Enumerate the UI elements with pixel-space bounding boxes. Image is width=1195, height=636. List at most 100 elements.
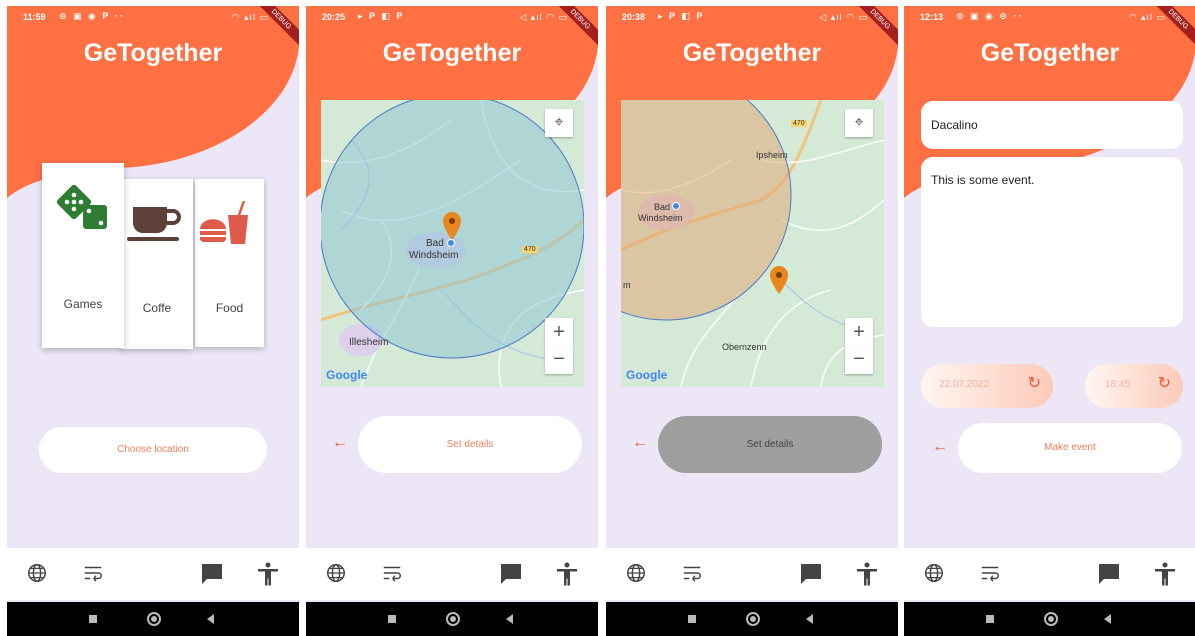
map-view[interactable]: Bad Windsheim Ipsheim Obernzenn m 470 ⌖ … xyxy=(621,100,884,387)
choose-location-button[interactable]: Choose location xyxy=(39,427,267,473)
zoom-in-button[interactable]: + xyxy=(545,318,573,346)
zoom-out-button[interactable]: − xyxy=(545,346,573,374)
map-road-label-470: 470 xyxy=(791,120,807,127)
globe-icon[interactable] xyxy=(625,562,647,584)
phone-screen-choose-category: 11:59 ⊙ ▣ ◉ P ·· ◠ ▴ıl ▭ DEBUG GeTogethe… xyxy=(7,6,299,636)
fast-food-icon xyxy=(199,201,248,244)
home-icon[interactable] xyxy=(1044,612,1058,626)
bottom-toolbar xyxy=(7,548,299,600)
current-location-dot-icon xyxy=(447,239,455,247)
category-label-games: Games xyxy=(63,297,103,311)
map-label-ipsheim: Ipsheim xyxy=(756,150,788,160)
category-card-games[interactable]: Games xyxy=(42,163,124,348)
accessibility-icon[interactable] xyxy=(257,562,279,586)
accessibility-icon[interactable] xyxy=(556,562,578,586)
status-time: 12:13 xyxy=(920,12,944,22)
recent-apps-icon[interactable] xyxy=(89,615,97,623)
map-label-windsheim: Windsheim xyxy=(409,250,459,261)
map-view[interactable]: Bad Windsheim Illesheim 470 ⌖ + − Google xyxy=(321,100,584,387)
recent-apps-icon[interactable] xyxy=(986,615,994,623)
set-details-button-disabled[interactable]: Set details xyxy=(658,416,882,473)
time-value: 18:45 xyxy=(1105,379,1131,390)
category-label-food: Food xyxy=(215,301,244,315)
google-logo: Google xyxy=(326,368,368,382)
phone-screen-location-out-of-range: 20:38 ▸ P ◧ P ◁ ▴ıl ◠ ▭ DEBUG GeTogether… xyxy=(606,6,898,636)
zoom-out-button[interactable]: − xyxy=(845,346,873,374)
globe-icon[interactable] xyxy=(325,562,347,584)
app-title: GeTogether xyxy=(682,39,822,67)
bottom-toolbar xyxy=(904,548,1195,600)
chat-bubble-icon[interactable] xyxy=(200,562,224,586)
bottom-toolbar xyxy=(306,548,598,600)
home-icon[interactable] xyxy=(147,612,161,626)
map-label-bad: Bad xyxy=(426,238,444,249)
text-wrap-icon[interactable] xyxy=(381,562,403,584)
status-time: 20:25 xyxy=(322,12,346,22)
current-location-dot-icon xyxy=(672,202,680,210)
zoom-in-button[interactable]: + xyxy=(845,318,873,346)
status-bar: 11:59 ⊙ ▣ ◉ P ·· ◠ ▴ıl ▭ xyxy=(7,6,299,28)
set-details-button[interactable]: Set details xyxy=(358,416,582,473)
back-arrow-icon[interactable]: ← xyxy=(932,438,948,456)
globe-icon[interactable] xyxy=(923,562,945,584)
android-nav-bar xyxy=(7,602,299,636)
event-description-field[interactable]: This is some event. xyxy=(921,157,1183,327)
recent-apps-icon[interactable] xyxy=(388,615,396,623)
google-logo: Google xyxy=(626,368,668,382)
map-label-obernzenn: Obernzenn xyxy=(722,342,767,352)
category-card-coffe[interactable]: Coffe xyxy=(121,179,193,349)
event-name-field[interactable]: Dacalino xyxy=(921,101,1183,149)
status-bar: 20:25 ▸ P ◧ P ◁ ▴ıl ◠ ▭ xyxy=(306,6,598,28)
text-wrap-icon[interactable] xyxy=(979,562,1001,584)
crosshair-icon: ⌖ xyxy=(554,114,564,131)
recent-apps-icon[interactable] xyxy=(688,615,696,623)
android-nav-bar xyxy=(904,602,1195,636)
text-wrap-icon[interactable] xyxy=(681,562,703,584)
make-event-button[interactable]: Make event xyxy=(958,423,1182,473)
back-nav-icon[interactable] xyxy=(506,614,513,624)
android-nav-bar xyxy=(606,602,898,636)
category-card-food[interactable]: Food xyxy=(195,179,264,347)
status-notification-icons: ▸ P ◧ P xyxy=(358,11,405,21)
status-system-icons: ◠ ▴ıl ▭ xyxy=(231,12,269,22)
chat-bubble-icon[interactable] xyxy=(799,562,823,586)
my-location-button[interactable]: ⌖ xyxy=(845,109,873,137)
status-time: 11:59 xyxy=(23,12,46,22)
location-pin-icon[interactable] xyxy=(770,266,788,294)
event-name-value: Dacalino xyxy=(931,118,978,132)
phone-screen-event-details: 12:13 ⊙ ▣ ◉ ⊙ ·· ◠ ▴ıl ▭ DEBUG GeTogethe… xyxy=(904,6,1195,636)
chat-bubble-icon[interactable] xyxy=(1097,562,1121,586)
map-road-label-470: 470 xyxy=(522,246,538,253)
time-picker-field[interactable]: 18:45 ↻ xyxy=(1085,364,1183,408)
status-notification-icons: ▸ P ◧ P xyxy=(658,11,705,21)
status-system-icons: ◠ ▴ıl ▭ xyxy=(1128,12,1166,22)
home-icon[interactable] xyxy=(446,612,460,626)
back-nav-icon[interactable] xyxy=(207,614,214,624)
bottom-toolbar xyxy=(606,548,898,600)
my-location-button[interactable]: ⌖ xyxy=(545,109,573,137)
map-label-partial: m xyxy=(623,280,631,290)
status-time: 20:38 xyxy=(622,12,646,22)
back-nav-icon[interactable] xyxy=(1104,614,1111,624)
event-description-value: This is some event. xyxy=(931,173,1035,187)
date-picker-field[interactable]: 22.07.2022 ↻ xyxy=(921,364,1053,408)
map-label-bad: Bad xyxy=(654,202,671,212)
category-label-coffe: Coffe xyxy=(142,301,172,315)
accessibility-icon[interactable] xyxy=(856,562,878,586)
status-system-icons: ◁ ▴ıl ◠ ▭ xyxy=(819,12,868,22)
back-arrow-icon[interactable]: ← xyxy=(332,434,348,452)
date-value: 22.07.2022 xyxy=(939,379,990,390)
status-bar: 20:38 ▸ P ◧ P ◁ ▴ıl ◠ ▭ xyxy=(606,6,898,28)
reset-time-icon[interactable]: ↻ xyxy=(1158,373,1171,393)
globe-icon[interactable] xyxy=(26,562,48,584)
status-notification-icons: ⊙ ▣ ◉ ⊙ ·· xyxy=(956,11,1024,21)
location-pin-icon[interactable] xyxy=(443,212,461,240)
back-nav-icon[interactable] xyxy=(806,614,813,624)
accessibility-icon[interactable] xyxy=(1154,562,1176,586)
back-arrow-icon[interactable]: ← xyxy=(632,434,648,452)
coffee-cup-icon xyxy=(127,207,181,241)
home-icon[interactable] xyxy=(746,612,760,626)
chat-bubble-icon[interactable] xyxy=(499,562,523,586)
text-wrap-icon[interactable] xyxy=(82,562,104,584)
reset-date-icon[interactable]: ↻ xyxy=(1028,373,1041,393)
